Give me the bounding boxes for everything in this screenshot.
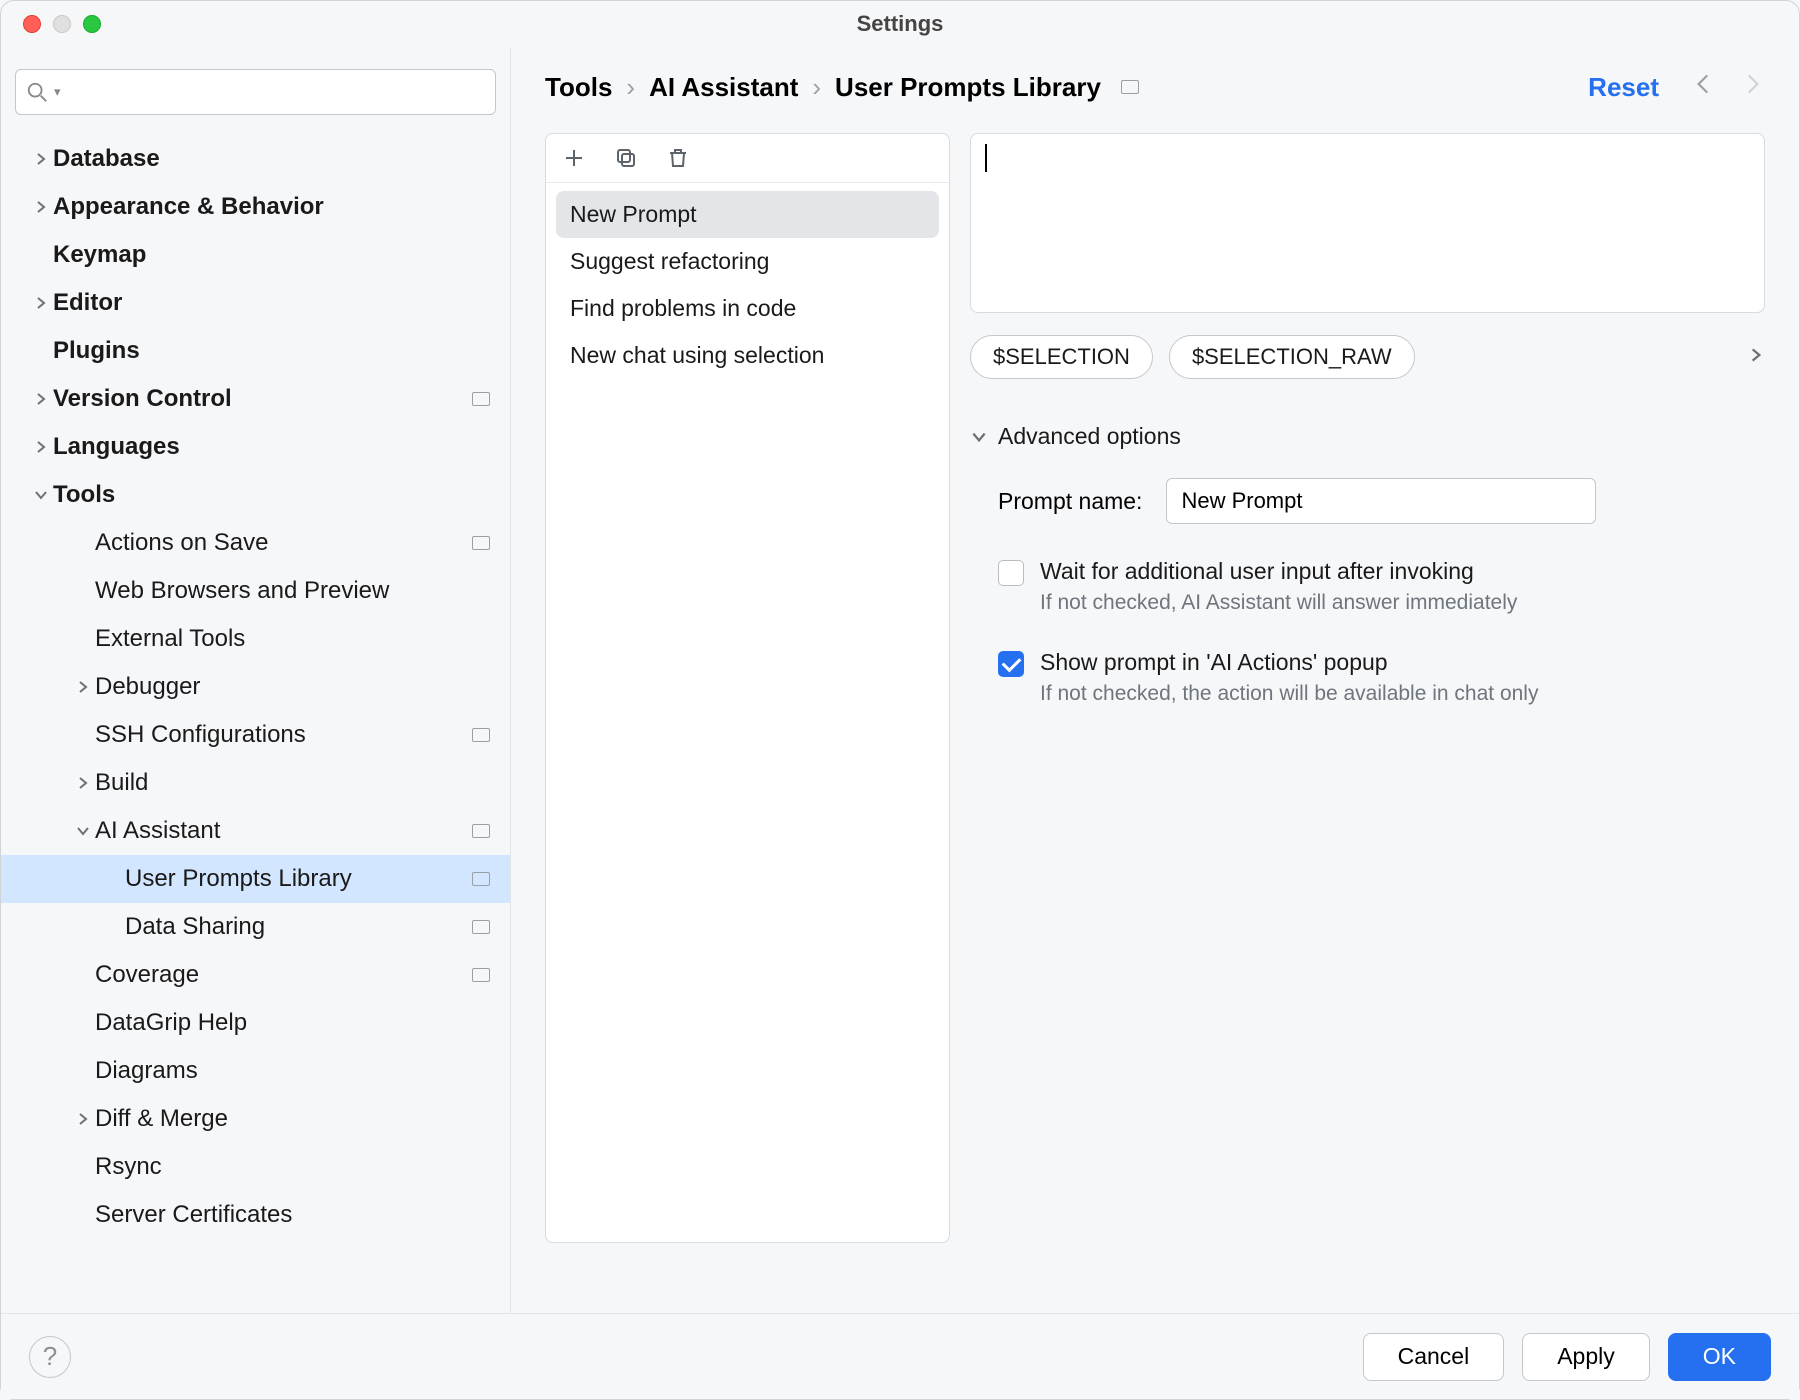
tree-item-external-tools[interactable]: External Tools <box>1 615 510 663</box>
chevron-right-icon <box>29 151 53 167</box>
tree-item-user-prompts-library[interactable]: User Prompts Library <box>1 855 510 903</box>
add-prompt-button[interactable] <box>560 144 588 172</box>
chevron-right-icon <box>29 295 53 311</box>
chevron-right-icon <box>29 199 53 215</box>
prompt-item[interactable]: Suggest refactoring <box>556 238 939 285</box>
prompt-item[interactable]: Find problems in code <box>556 285 939 332</box>
copy-prompt-button[interactable] <box>612 144 640 172</box>
more-vars-button[interactable] <box>1747 344 1765 370</box>
tree-item-keymap[interactable]: Keymap <box>1 231 510 279</box>
ok-button[interactable]: OK <box>1668 1333 1771 1381</box>
nav-forward-button[interactable] <box>1739 71 1765 103</box>
window-title: Settings <box>1 11 1799 37</box>
tree-item-ssh-configurations[interactable]: SSH Configurations <box>1 711 510 759</box>
window-minimize-button[interactable] <box>53 15 71 33</box>
show-in-ai-actions-checkbox[interactable] <box>998 651 1024 677</box>
insert-selection-var-button[interactable]: $SELECTION <box>970 335 1153 379</box>
breadcrumb-ai-assistant[interactable]: AI Assistant <box>649 72 798 103</box>
chevron-right-icon: › <box>812 72 821 103</box>
settings-search-input[interactable] <box>67 81 485 104</box>
show-in-ai-actions-hint: If not checked, the action will be avail… <box>1040 682 1538 706</box>
chevron-right-icon <box>71 775 95 791</box>
nav-back-button[interactable] <box>1691 71 1717 103</box>
tree-item-build[interactable]: Build <box>1 759 510 807</box>
chevron-right-icon <box>71 679 95 695</box>
search-icon <box>26 81 48 103</box>
prompt-editor[interactable] <box>970 133 1765 313</box>
dialog-footer: ? Cancel Apply OK <box>1 1313 1799 1399</box>
tree-item-diagrams[interactable]: Diagrams <box>1 1047 510 1095</box>
prompt-name-label: Prompt name: <box>998 488 1142 515</box>
reset-link[interactable]: Reset <box>1588 72 1659 103</box>
text-cursor <box>985 144 987 172</box>
chevron-right-icon <box>71 1111 95 1127</box>
wait-for-input-hint: If not checked, AI Assistant will answer… <box>1040 591 1517 615</box>
apply-button[interactable]: Apply <box>1522 1333 1650 1381</box>
window-close-button[interactable] <box>23 15 41 33</box>
settings-search[interactable]: ▾ <box>15 69 496 115</box>
tree-item-appearance[interactable]: Appearance & Behavior <box>1 183 510 231</box>
project-scoped-icon <box>472 968 490 982</box>
chevron-down-icon <box>71 823 95 839</box>
insert-selection-raw-var-button[interactable]: $SELECTION_RAW <box>1169 335 1415 379</box>
tree-item-database[interactable]: Database <box>1 135 510 183</box>
prompt-list: New Prompt Suggest refactoring Find prob… <box>546 183 949 387</box>
settings-tree: Database Appearance & Behavior Keymap Ed… <box>1 131 510 1239</box>
tree-item-rsync[interactable]: Rsync <box>1 1143 510 1191</box>
prompt-name-input[interactable] <box>1166 478 1596 524</box>
breadcrumb: Tools › AI Assistant › User Prompts Libr… <box>545 72 1570 103</box>
project-scoped-icon <box>472 536 490 550</box>
chevron-right-icon <box>29 391 53 407</box>
prompt-list-panel: New Prompt Suggest refactoring Find prob… <box>545 133 950 1243</box>
window-controls <box>23 15 101 33</box>
tree-item-debugger[interactable]: Debugger <box>1 663 510 711</box>
tree-item-coverage[interactable]: Coverage <box>1 951 510 999</box>
tree-item-datagrip-help[interactable]: DataGrip Help <box>1 999 510 1047</box>
project-scoped-icon <box>472 920 490 934</box>
tree-item-ai-assistant[interactable]: AI Assistant <box>1 807 510 855</box>
prompt-item[interactable]: New Prompt <box>556 191 939 238</box>
cancel-button[interactable]: Cancel <box>1363 1333 1505 1381</box>
titlebar: Settings <box>1 1 1799 47</box>
wait-for-input-checkbox[interactable] <box>998 560 1024 586</box>
prompt-item[interactable]: New chat using selection <box>556 332 939 379</box>
chevron-down-icon <box>970 428 988 446</box>
project-scoped-icon <box>472 824 490 838</box>
tree-item-server-certificates[interactable]: Server Certificates <box>1 1191 510 1239</box>
window-zoom-button[interactable] <box>83 15 101 33</box>
project-scoped-icon <box>472 728 490 742</box>
tree-item-plugins[interactable]: Plugins <box>1 327 510 375</box>
wait-for-input-label: Wait for additional user input after inv… <box>1040 558 1517 585</box>
breadcrumb-tools[interactable]: Tools <box>545 72 612 103</box>
settings-sidebar: ▾ Database Appearance & Behavior Keymap … <box>1 47 511 1313</box>
tree-item-actions-on-save[interactable]: Actions on Save <box>1 519 510 567</box>
dropdown-caret-icon: ▾ <box>54 84 61 100</box>
advanced-options-toggle[interactable]: Advanced options <box>970 423 1765 450</box>
breadcrumb-user-prompts-library: User Prompts Library <box>835 72 1101 103</box>
tree-item-web-browsers[interactable]: Web Browsers and Preview <box>1 567 510 615</box>
chevron-right-icon: › <box>626 72 635 103</box>
tree-item-version-control[interactable]: Version Control <box>1 375 510 423</box>
project-scoped-icon <box>1121 80 1139 94</box>
show-in-ai-actions-label: Show prompt in 'AI Actions' popup <box>1040 649 1538 676</box>
tree-item-data-sharing[interactable]: Data Sharing <box>1 903 510 951</box>
project-scoped-icon <box>472 872 490 886</box>
delete-prompt-button[interactable] <box>664 144 692 172</box>
settings-detail-panel: Tools › AI Assistant › User Prompts Libr… <box>511 47 1799 1313</box>
chevron-down-icon <box>29 487 53 503</box>
tree-item-diff-merge[interactable]: Diff & Merge <box>1 1095 510 1143</box>
chevron-right-icon <box>29 439 53 455</box>
project-scoped-icon <box>472 392 490 406</box>
tree-item-editor[interactable]: Editor <box>1 279 510 327</box>
tree-item-languages[interactable]: Languages <box>1 423 510 471</box>
help-button[interactable]: ? <box>29 1336 71 1378</box>
tree-item-tools[interactable]: Tools <box>1 471 510 519</box>
